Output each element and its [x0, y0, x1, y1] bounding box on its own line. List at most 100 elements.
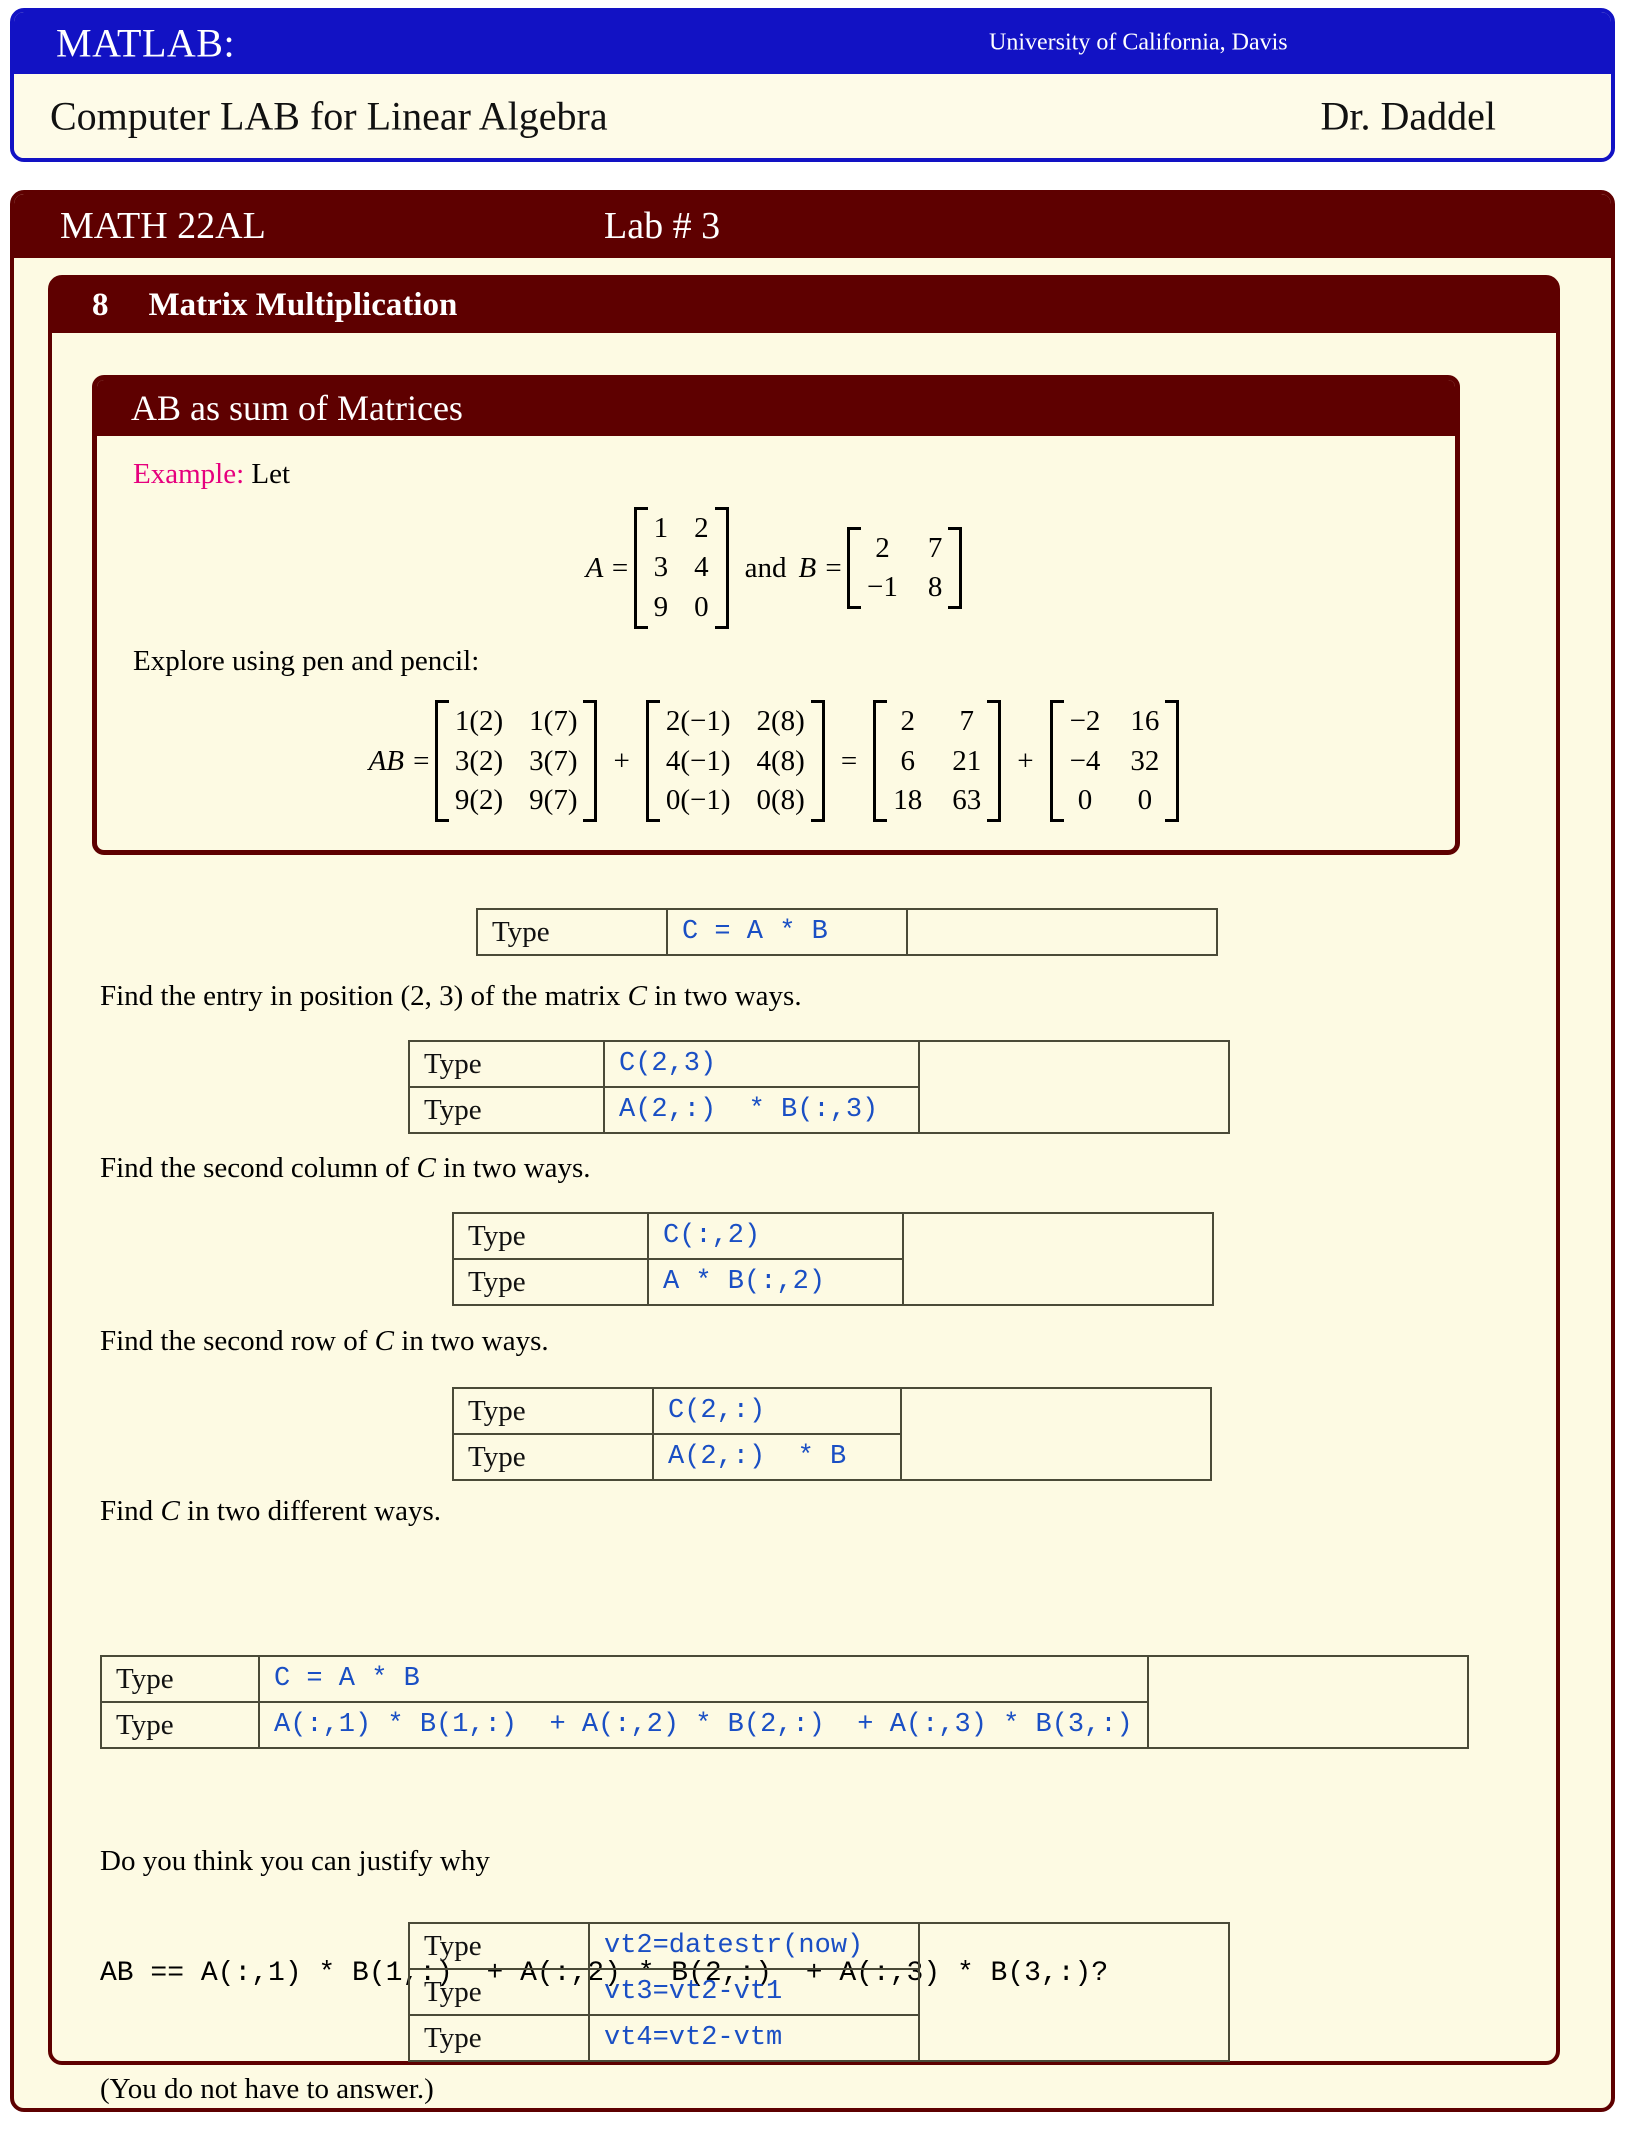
table-row: Type C(:,2) — [452, 1212, 1214, 1306]
course-title: Computer LAB for Linear Algebra — [50, 93, 608, 139]
ab-sum-box: AB as sum of Matrices Example: Let A = 1… — [92, 375, 1460, 856]
prompt-var: C — [374, 1325, 394, 1357]
answer-cell[interactable] — [918, 1922, 1230, 2062]
matrix-cell: 4(8) — [756, 744, 805, 777]
lab-number: Lab # 3 — [604, 205, 721, 247]
term1-cells: 1(2) 1(7) 3(2) 3(7) 9(2) 9(7) — [449, 700, 584, 822]
table-row: Type C(2,3) — [408, 1040, 1230, 1134]
type-table-5: Type C = A * B Type A(:,1) * B(1,:) + A(… — [100, 1655, 1469, 1749]
table-row: Type C(2,:) — [452, 1387, 1212, 1481]
command-cell[interactable]: C = A * B — [258, 1655, 1149, 1703]
prompt-find-row: Find the second row of C in two ways. — [100, 1325, 549, 1358]
bracket-left — [1049, 700, 1064, 823]
command-cell[interactable]: C(2,3) — [603, 1040, 920, 1088]
command-cell[interactable]: C = A * B — [666, 908, 908, 956]
matrix-cell: 32 — [1130, 744, 1160, 777]
type-label: Type — [408, 2014, 590, 2062]
example-line: Example: Let — [133, 458, 1425, 491]
type-label: Type — [100, 1701, 260, 1749]
command-cell[interactable]: vt3=vt2-vt1 — [588, 1968, 920, 2016]
command-cell[interactable]: vt4=vt2-vtm — [588, 2014, 920, 2062]
command-cell[interactable]: vt2=datestr(now) — [588, 1922, 920, 1970]
term2-cells: 2(−1) 2(8) 4(−1) 4(8) 0(−1) 0(8) — [660, 700, 811, 822]
term3-matrix: 2 7 6 21 18 63 — [873, 700, 1002, 823]
matrix-cell: 16 — [1130, 705, 1160, 738]
matrix-cell: 1 — [653, 512, 669, 544]
type-label: Type — [408, 1086, 605, 1134]
prompt-text-pre: Find — [100, 1495, 161, 1527]
example-text: Let — [251, 458, 291, 490]
matrix-cell: −1 — [867, 571, 898, 604]
matrix-cell: 9 — [653, 590, 669, 623]
title-bar: MATLAB: University of California, Davis — [14, 12, 1611, 74]
matrix-cell: 2(8) — [756, 705, 805, 738]
type-label: Type — [100, 1655, 260, 1703]
bracket-left — [633, 507, 648, 630]
ab-expansion-equation: AB = 1(2) 1(7) 3(2) 3(7) 9(2) 9(7) + 2(−… — [127, 700, 1425, 823]
bracket-right — [714, 507, 729, 630]
type-table-3: Type C(:,2) Type A * B(:,2) — [452, 1212, 1214, 1306]
matrix-cell: 3 — [653, 551, 669, 584]
matrix-cell: 18 — [893, 783, 923, 816]
command-cell[interactable]: C(2,:) — [652, 1387, 902, 1435]
answer-cell[interactable] — [918, 1040, 1230, 1134]
title-block: MATLAB: University of California, Davis … — [10, 8, 1615, 162]
command-cell[interactable]: A(:,1) * B(1,:) + A(:,2) * B(2,:) + A(:,… — [258, 1701, 1149, 1749]
type-label: Type — [408, 1922, 590, 1970]
bracket-left — [873, 700, 888, 823]
matrix-a-label: A = — [585, 551, 630, 584]
matrix-b: 2 7 −1 8 — [847, 526, 963, 610]
definition-equation: A = 1 2 3 4 9 0 and B = 2 7 −1 8 — [127, 507, 1425, 630]
prompt-text-post: in two ways. — [394, 1325, 549, 1357]
table-row: Type C = A * B — [476, 908, 1218, 956]
matrix-cell: 2(−1) — [665, 705, 731, 738]
bracket-left — [434, 700, 449, 823]
answer-cell[interactable] — [906, 908, 1218, 956]
command-cell[interactable]: C(:,2) — [647, 1212, 904, 1260]
matrix-cell: 0(8) — [756, 783, 805, 816]
prompt-find-c: Find C in two different ways. — [100, 1495, 441, 1528]
prompt-var: C — [416, 1152, 436, 1184]
term1-matrix: 1(2) 1(7) 3(2) 3(7) 9(2) 9(7) — [434, 700, 598, 823]
page-banner: MATH 22AL Lab # 3 — [14, 194, 1611, 258]
prompt-find-entry: Find the entry in position (2, 3) of the… — [100, 980, 802, 1013]
answer-cell[interactable] — [902, 1212, 1214, 1306]
prompt-text-pre: Find the second row of — [100, 1325, 375, 1357]
bracket-right — [987, 700, 1002, 823]
type-table-2: Type C(2,3) Type A(2,:) * B(:,3) — [408, 1040, 1230, 1134]
prompt-var: C — [160, 1495, 180, 1527]
type-label: Type — [452, 1387, 654, 1435]
answer-cell[interactable] — [900, 1387, 1212, 1481]
answer-cell[interactable] — [1146, 1655, 1469, 1749]
bracket-right — [583, 700, 598, 823]
matrix-cell: 0 — [694, 590, 709, 623]
table-row: Type vt2=datestr(now) — [408, 1922, 1230, 2062]
ab-label: AB = — [368, 744, 431, 777]
term4-cells: −2 16 −4 32 0 0 — [1064, 700, 1166, 822]
prompt-text-post: in two ways. — [435, 1152, 591, 1184]
prompt-text-post: in two ways. — [646, 980, 802, 1012]
bracket-left — [645, 700, 660, 823]
matrix-cell: 1(7) — [529, 705, 578, 738]
section-title: Matrix Multiplication — [148, 286, 458, 323]
matrix-cell: 8 — [927, 571, 943, 604]
command-cell[interactable]: A(2,:) * B — [652, 1433, 902, 1481]
command-cell[interactable]: A * B(:,2) — [647, 1258, 904, 1306]
ab-box-body: Example: Let A = 1 2 3 4 9 0 and B = 2 7… — [97, 436, 1455, 850]
matrix-cell: −2 — [1069, 705, 1101, 738]
matrix-b-cells: 2 7 −1 8 — [861, 527, 948, 610]
term3-cells: 2 7 6 21 18 63 — [887, 700, 987, 822]
type-label: Type — [408, 1968, 590, 2016]
prompt-var: C — [627, 980, 647, 1012]
type-label: Type — [452, 1258, 649, 1306]
section-number: 8 — [92, 286, 109, 323]
command-cell[interactable]: A(2,:) * B(:,3) — [603, 1086, 920, 1134]
ab-box-heading: AB as sum of Matrices — [97, 380, 1455, 436]
prompt-find-column: Find the second column of C in two ways. — [100, 1152, 591, 1185]
matrix-cell: 2 — [900, 705, 915, 738]
justify-line-3: (You do not have to answer.) — [100, 2072, 434, 2105]
type-label: Type — [452, 1433, 654, 1481]
bracket-right — [810, 700, 825, 823]
matrix-cell: 0(−1) — [665, 783, 731, 816]
type-label: Type — [408, 1040, 605, 1088]
